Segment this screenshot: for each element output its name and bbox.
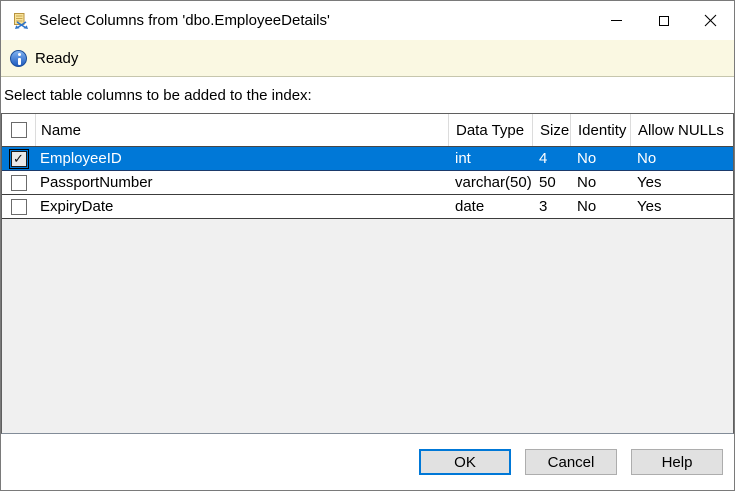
cell-name: ExpiryDate: [35, 195, 448, 218]
ok-button[interactable]: OK: [419, 449, 511, 475]
help-button[interactable]: Help: [631, 449, 723, 475]
window-controls: [593, 1, 734, 40]
header-select-all-cell[interactable]: [2, 114, 35, 146]
index-columns-icon: [13, 13, 29, 29]
row-checkbox[interactable]: [11, 175, 27, 191]
close-icon: [704, 14, 717, 27]
header-data-type[interactable]: Data Type: [448, 114, 532, 146]
cell-identity: No: [570, 195, 630, 218]
cell-data-type: date: [448, 195, 532, 218]
instruction-area: Select table columns to be added to the …: [1, 77, 734, 113]
cell-size: 4: [532, 147, 570, 170]
select-all-checkbox[interactable]: [11, 122, 27, 138]
minimize-icon: [611, 20, 622, 21]
cell-size: 50: [532, 171, 570, 194]
row-checkbox[interactable]: [11, 199, 27, 215]
maximize-icon: [659, 16, 669, 26]
window-title: Select Columns from 'dbo.EmployeeDetails…: [39, 12, 330, 29]
select-columns-dialog: Select Columns from 'dbo.EmployeeDetails…: [0, 0, 735, 491]
status-bar: Ready: [1, 40, 734, 77]
title-bar: Select Columns from 'dbo.EmployeeDetails…: [1, 1, 734, 40]
row-checkbox[interactable]: ✓: [11, 151, 27, 167]
close-button[interactable]: [687, 1, 734, 40]
header-size[interactable]: Size: [532, 114, 570, 146]
table-row-passportnumber[interactable]: PassportNumber varchar(50) 50 No Yes: [2, 171, 733, 195]
header-allow-nulls[interactable]: Allow NULLs: [630, 114, 733, 146]
cancel-button[interactable]: Cancel: [525, 449, 617, 475]
button-panel: OK Cancel Help: [1, 434, 734, 490]
cell-identity: No: [570, 171, 630, 194]
cell-name: EmployeeID: [35, 147, 448, 170]
header-identity[interactable]: Identity: [570, 114, 630, 146]
maximize-button[interactable]: [640, 1, 687, 40]
row-checkbox-cell[interactable]: [2, 195, 35, 218]
cell-allow-nulls: Yes: [630, 171, 733, 194]
cell-data-type: varchar(50): [448, 171, 532, 194]
columns-grid: Name Data Type Size Identity Allow NULLs…: [1, 113, 734, 434]
cell-allow-nulls: Yes: [630, 195, 733, 218]
cell-identity: No: [570, 147, 630, 170]
grid-empty-area: [2, 219, 733, 433]
minimize-button[interactable]: [593, 1, 640, 40]
grid-header-row: Name Data Type Size Identity Allow NULLs: [2, 114, 733, 147]
cell-data-type: int: [448, 147, 532, 170]
row-checkbox-cell[interactable]: ✓: [2, 147, 35, 170]
table-row-expirydate[interactable]: ExpiryDate date 3 No Yes: [2, 195, 733, 219]
cell-allow-nulls: No: [630, 147, 733, 170]
cell-size: 3: [532, 195, 570, 218]
cell-name: PassportNumber: [35, 171, 448, 194]
info-icon: [10, 50, 27, 67]
instruction-label: Select table columns to be added to the …: [4, 87, 312, 104]
table-row-employeeid[interactable]: ✓ EmployeeID int 4 No No: [2, 147, 733, 171]
row-checkbox-cell[interactable]: [2, 171, 35, 194]
header-name[interactable]: Name: [35, 114, 448, 146]
status-text: Ready: [35, 50, 78, 67]
